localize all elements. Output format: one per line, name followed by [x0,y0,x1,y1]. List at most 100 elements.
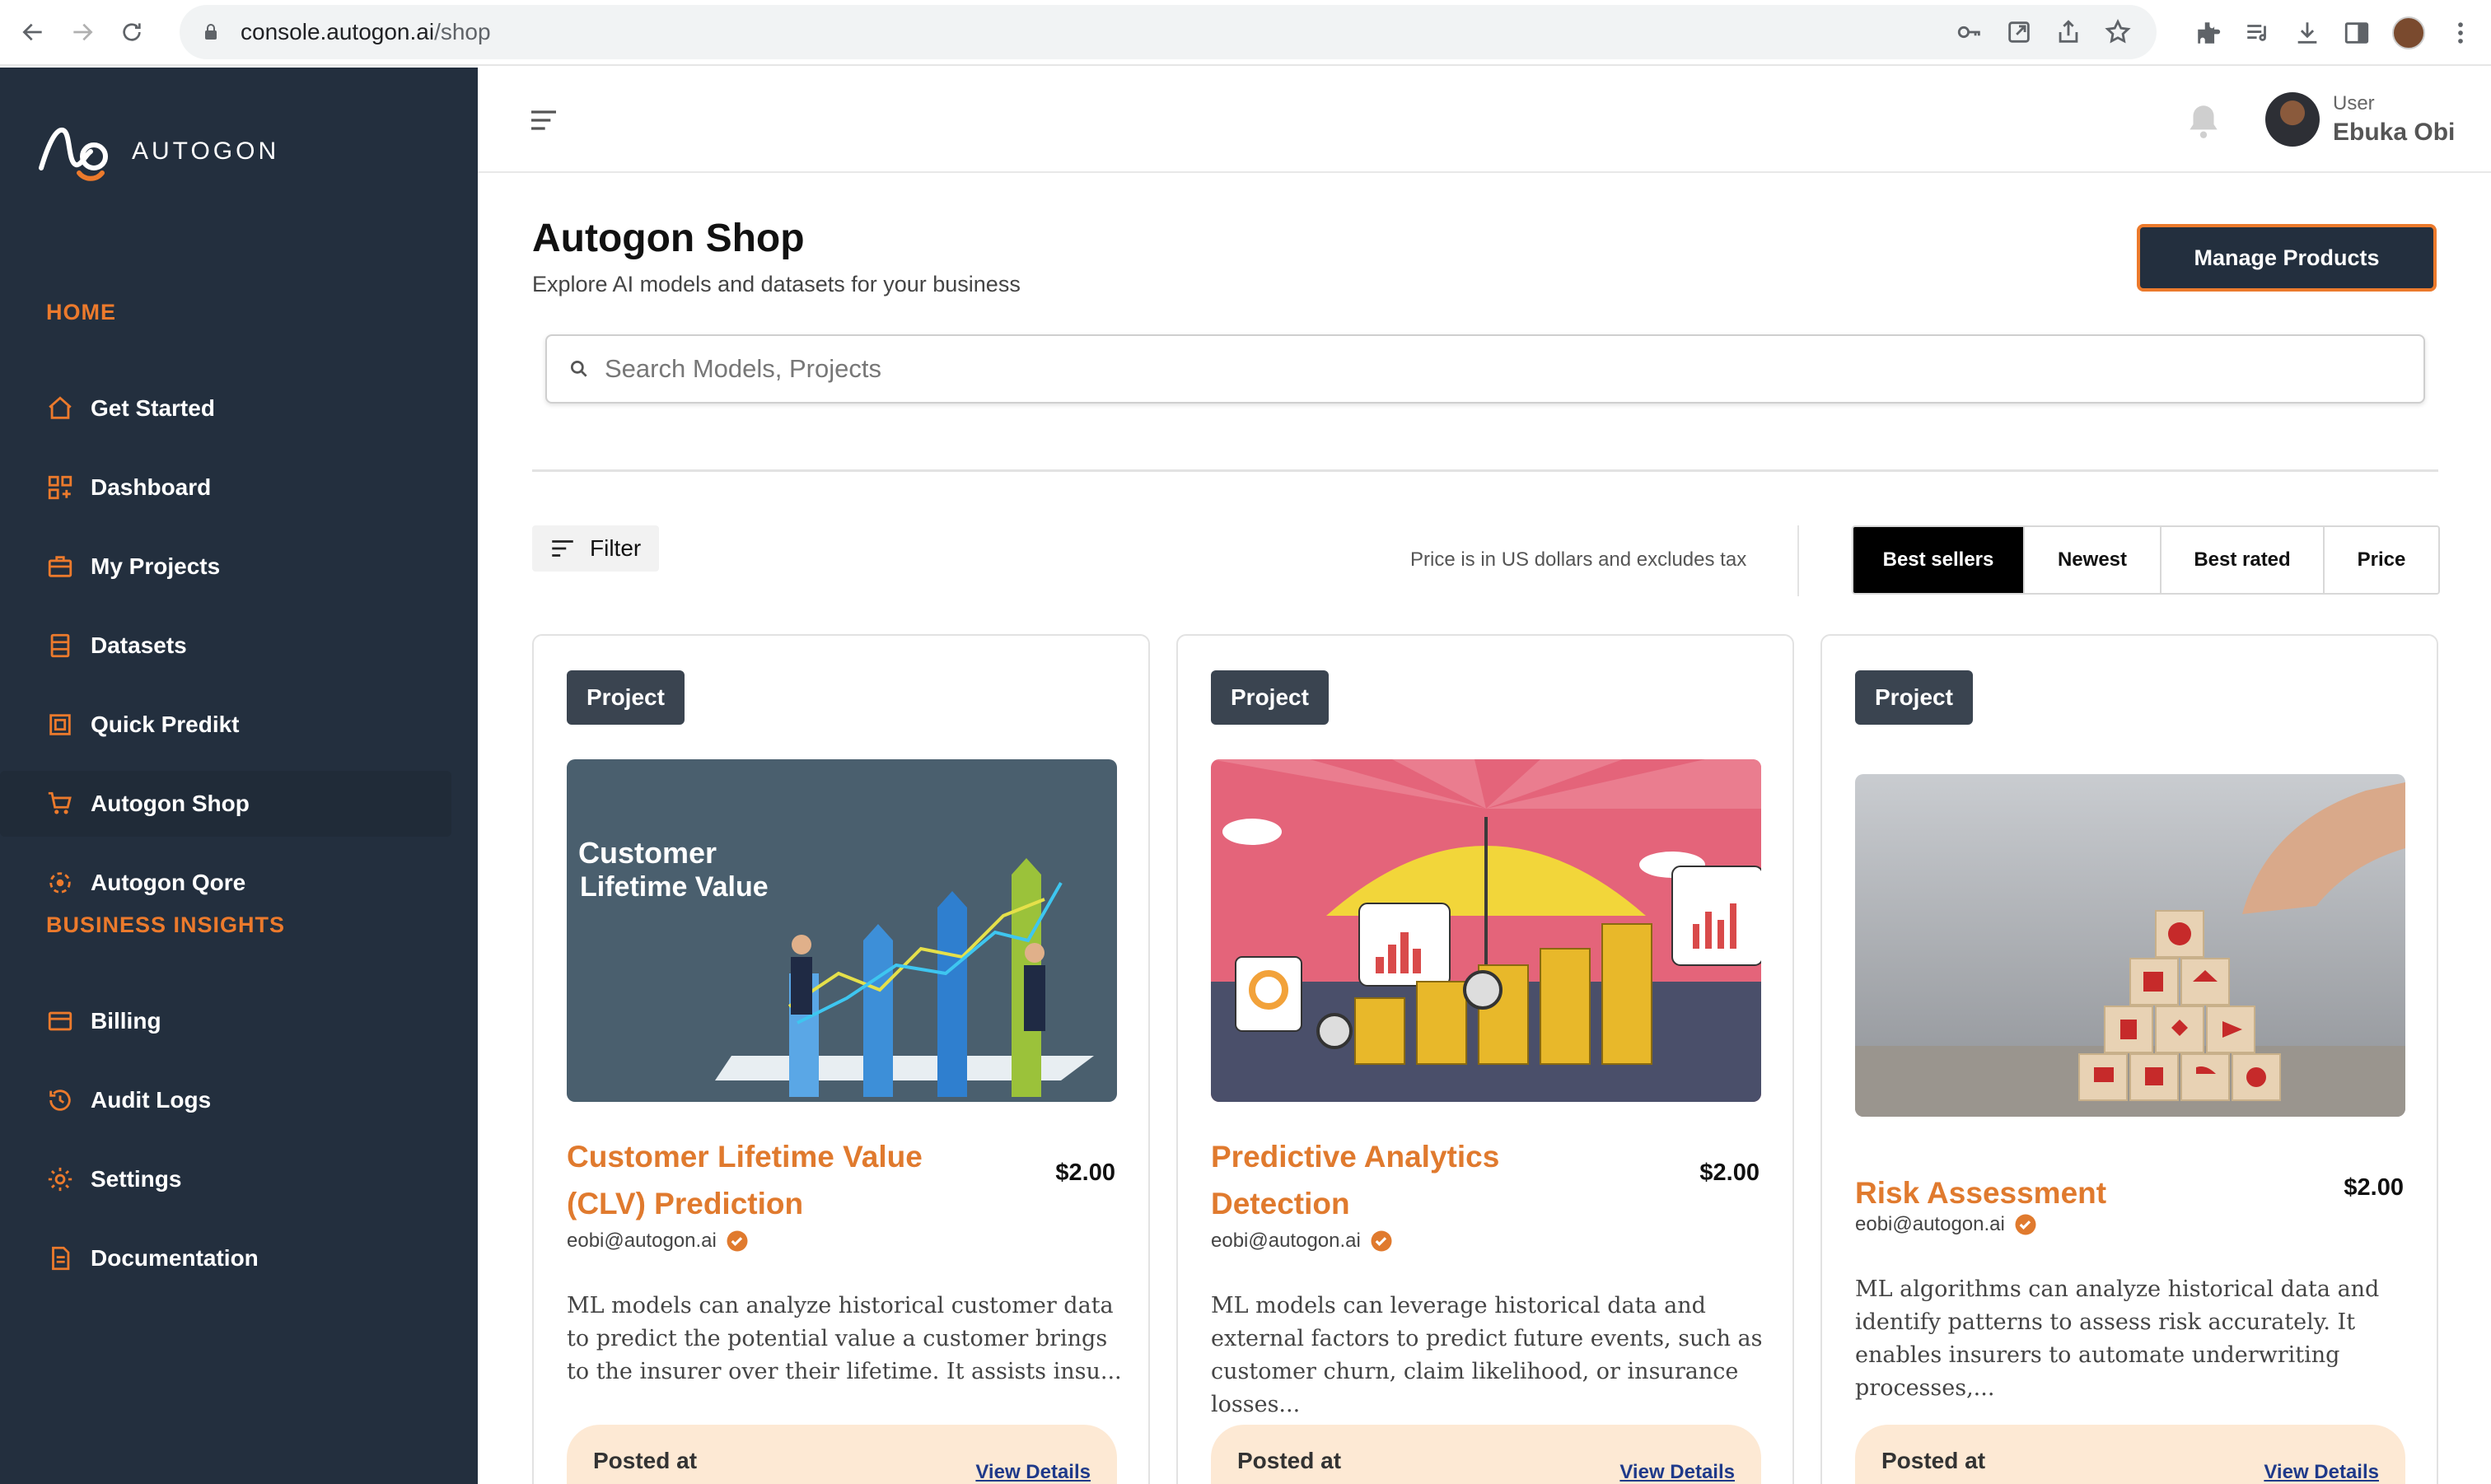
database-icon [50,633,70,658]
sidebar-item-autogon-shop[interactable]: Autogon Shop [0,771,451,837]
view-details-link[interactable]: View Details [1619,1461,1735,1484]
sort-best-sellers[interactable]: Best sellers [1853,527,2025,593]
star-icon[interactable] [2104,18,2132,46]
card-title[interactable]: Customer Lifetime Value (CLV) Prediction [567,1133,954,1227]
sidebar-item-label: Quick Predikt [91,712,240,737]
page-title: Autogon Shop [532,217,805,260]
download-icon[interactable] [2293,19,2321,47]
card-footer: Posted at View Details [567,1425,1117,1484]
sidebar-item-label: Datasets [91,632,187,658]
card-tag: Project [1855,670,1973,725]
card-author: eobi@autogon.ai [1211,1229,1394,1253]
profile-avatar[interactable] [2392,16,2425,49]
card-footer: Posted at View Details [1855,1425,2405,1484]
hamburger-menu-icon[interactable] [527,104,560,137]
sort-tabs: Best sellers Newest Best rated Price [1852,525,2440,595]
key-icon[interactable] [1956,18,1984,46]
card-author: eobi@autogon.ai [1855,1212,2038,1237]
document-icon [52,1246,70,1271]
sidebar-item-get-started[interactable]: Get Started [0,376,451,441]
sidebar-item-billing[interactable]: Billing [0,988,451,1054]
sort-best-rated[interactable]: Best rated [2162,527,2325,593]
lock-icon [205,24,217,40]
back-icon[interactable] [16,16,49,49]
filter-icon [552,540,573,557]
share-icon[interactable] [2054,18,2082,46]
view-details-link[interactable]: View Details [2264,1461,2379,1484]
verified-badge-icon [2015,1214,2036,1235]
briefcase-icon [48,556,72,577]
product-card[interactable]: Project [1176,634,1794,1484]
open-external-icon[interactable] [2005,18,2033,46]
card-description: ML models can leverage historical data a… [1211,1293,1763,1417]
divider [532,469,2438,472]
risk-assessment-illustration [1855,774,2405,1117]
card-price: $2.00 [2344,1174,2404,1201]
sort-newest[interactable]: Newest [2025,527,2162,593]
divider [1797,525,1799,596]
card-description: ML models can analyze historical custome… [567,1293,1122,1384]
view-details-link[interactable]: View Details [975,1461,1091,1484]
sidebar-item-label: Documentation [91,1245,259,1271]
media-icon[interactable] [2244,19,2272,47]
side-panel-icon[interactable] [2343,19,2371,47]
browser-toolbar: console.autogon.ai/shop [0,0,2491,66]
logo[interactable]: AUTOGON [38,119,279,184]
sidebar-item-label: Autogon Shop [91,791,250,816]
search-bar[interactable] [545,334,2425,404]
card-author-email: eobi@autogon.ai [1211,1230,1361,1252]
extensions-icon[interactable] [2194,19,2222,47]
sidebar-item-datasets[interactable]: Datasets [0,613,451,679]
card-price: $2.00 [1055,1160,1115,1186]
price-note: Price is in US dollars and excludes tax [1410,548,1747,571]
sidebar-item-label: Audit Logs [91,1087,212,1113]
card-title[interactable]: Predictive Analytics Detection [1211,1133,1598,1227]
sidebar-item-autogon-qore[interactable]: Autogon Qore [0,850,451,916]
product-card[interactable]: Project [1820,634,2438,1484]
card-image [1855,774,2405,1117]
card-tag: Project [1211,670,1329,725]
sidebar-item-label: Autogon Qore [91,870,246,895]
history-icon [49,1090,71,1111]
card-title[interactable]: Risk Assessment [1855,1169,2242,1216]
grid-icon [48,475,72,500]
sidebar-item-quick-predikt[interactable]: Quick Predikt [0,692,451,758]
sidebar-item-label: Get Started [91,395,215,421]
sort-price[interactable]: Price [2325,527,2438,593]
clv-illustration: Customer Lifetime Value [567,759,1117,1102]
posted-label: Posted at [1881,1448,1986,1473]
bell-icon[interactable] [2183,100,2224,142]
filter-label: Filter [590,535,642,561]
forward-icon[interactable] [66,16,99,49]
image-caption-line-2: Lifetime Value [580,871,769,903]
qore-icon [49,872,71,894]
filter-button[interactable]: Filter [532,525,659,572]
manage-products-button[interactable]: Manage Products [2137,224,2437,292]
card-author: eobi@autogon.ai [567,1229,750,1253]
address-bar[interactable]: console.autogon.ai/shop [180,5,2157,59]
more-vert-icon[interactable] [2447,19,2475,47]
avatar[interactable] [2265,92,2320,147]
sidebar-item-audit-logs[interactable]: Audit Logs [0,1067,451,1133]
card-price: $2.00 [1699,1160,1760,1186]
sidebar-item-dashboard[interactable]: Dashboard [0,455,451,520]
gear-icon [48,1167,72,1192]
reload-icon[interactable] [115,16,148,49]
user-name[interactable]: Ebuka Obi [2333,119,2455,147]
predictive-analytics-illustration [1211,759,1761,1102]
section-title-home: HOME [46,300,116,324]
sidebar-item-label: My Projects [91,553,221,579]
verified-badge-icon [1371,1230,1392,1252]
card-author-email: eobi@autogon.ai [567,1230,717,1252]
card-icon [48,1011,72,1031]
search-input[interactable] [605,354,2334,384]
page-subtitle: Explore AI models and datasets for your … [532,272,1021,296]
card-footer: Posted at View Details [1211,1425,1761,1484]
card-image [1211,759,1761,1102]
posted-label: Posted at [593,1448,698,1473]
sidebar-item-documentation[interactable]: Documentation [0,1225,451,1291]
home-icon [49,396,72,419]
sidebar-item-settings[interactable]: Settings [0,1146,451,1212]
sidebar-item-my-projects[interactable]: My Projects [0,534,451,600]
product-card[interactable]: Project Customer Lifetime Value Customer… [532,634,1150,1484]
